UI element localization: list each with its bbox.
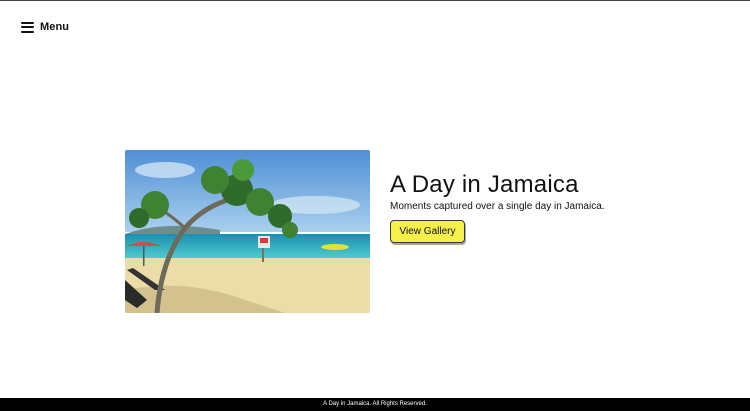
menu-button[interactable]: Menu <box>21 21 69 33</box>
top-border <box>0 0 750 1</box>
footer: A Day in Jamaica. All Rights Reserved. <box>0 398 750 411</box>
page-title: A Day in Jamaica <box>390 171 579 198</box>
view-gallery-button[interactable]: View Gallery <box>390 220 465 243</box>
menu-label: Menu <box>40 21 70 33</box>
hero-beach-photo <box>125 150 370 313</box>
page-subtitle: Moments captured over a single day in Ja… <box>390 201 605 212</box>
footer-copyright: A Day in Jamaica. All Rights Reserved. <box>323 401 427 407</box>
hero-text: A Day in Jamaica Moments captured over a… <box>390 170 605 214</box>
hamburger-menu-icon <box>21 21 34 33</box>
